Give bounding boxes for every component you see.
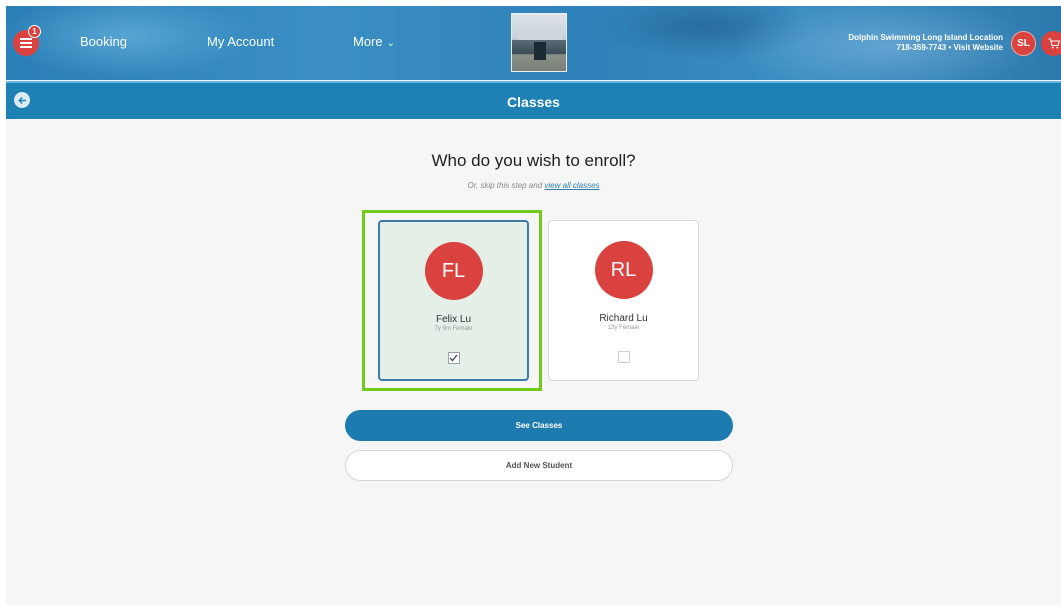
student-card-richard[interactable]: RL Richard Lu 13y Female	[548, 220, 699, 381]
cart-button[interactable]	[1041, 31, 1061, 56]
nav-my-account[interactable]: My Account	[207, 34, 274, 49]
student-name: Richard Lu	[599, 313, 648, 324]
student-avatar: FL	[424, 242, 483, 300]
add-new-student-button[interactable]: Add New Student	[345, 450, 733, 481]
nav-more[interactable]: More ⌄	[353, 34, 395, 49]
nav-booking[interactable]: Booking	[80, 34, 127, 49]
nav-more-label: More	[353, 34, 383, 49]
student-checkbox[interactable]	[617, 351, 630, 363]
skip-step-text: Or, skip this step and view all classes	[6, 181, 1061, 190]
user-avatar[interactable]: SL	[1011, 31, 1036, 56]
hamburger-icon	[20, 38, 32, 48]
app-frame: 1 Booking My Account More ⌄ Dolphin Swimm…	[6, 6, 1061, 605]
checkmark-icon	[449, 354, 458, 362]
page-title: Classes	[507, 94, 560, 110]
logo-building-door	[534, 42, 546, 60]
cart-icon	[1048, 38, 1060, 49]
student-name: Felix Lu	[435, 314, 471, 325]
location-contact[interactable]: 718-359-7743 • Visit Website	[848, 43, 1003, 53]
location-logo[interactable]	[511, 13, 567, 72]
view-all-classes-link[interactable]: view all classes	[544, 181, 599, 190]
skip-prefix: Or, skip this step and	[467, 181, 543, 190]
top-header: 1 Booking My Account More ⌄ Dolphin Swimm…	[6, 6, 1061, 80]
chevron-down-icon: ⌄	[386, 38, 396, 49]
page-titlebar: Classes	[6, 81, 1061, 119]
notification-badge: 1	[28, 25, 41, 38]
student-avatar: RL	[594, 241, 653, 299]
enroll-heading: Who do you wish to enroll?	[431, 151, 636, 170]
student-card-felix[interactable]: FL Felix Lu 7y 9m Female	[378, 220, 529, 381]
location-name: Dolphin Swimming Long Island Location	[848, 33, 1003, 42]
student-meta: 13y Female	[607, 325, 640, 331]
student-checkbox[interactable]	[447, 352, 460, 364]
student-meta: 7y 9m Female	[434, 326, 473, 332]
logo-building-roof	[518, 32, 562, 40]
see-classes-button[interactable]: See Classes	[345, 410, 733, 441]
location-info[interactable]: Dolphin Swimming Long Island Location 71…	[848, 33, 1003, 53]
